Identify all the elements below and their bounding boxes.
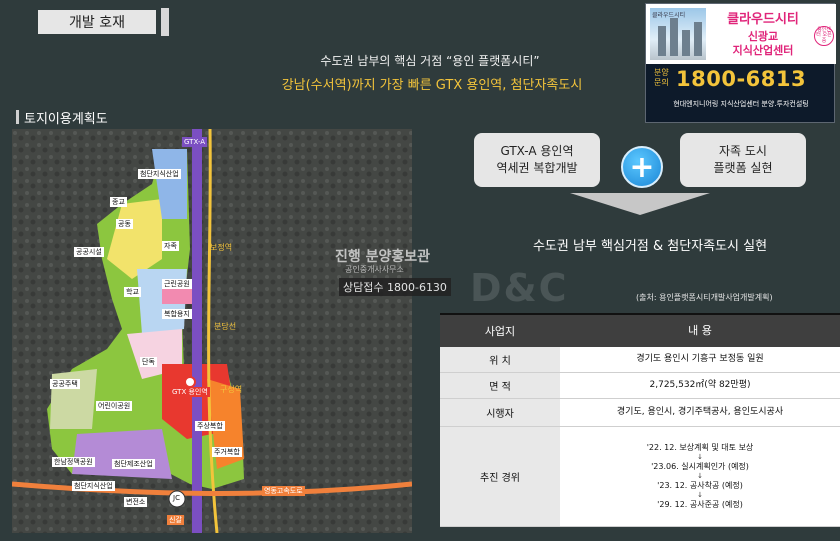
- concept-box-selfsufficient-line2: 플랫폼 실현: [713, 161, 773, 175]
- down-arrow-icon: [570, 193, 710, 215]
- table-row-label: 면 적: [440, 373, 560, 398]
- timeline: '22. 12. 보상계획 및 대토 보상 ↓ '23.06. 실시계획인가 (…: [560, 427, 840, 526]
- ad-phone[interactable]: 1800-6813: [676, 67, 806, 91]
- down-arrow-icon: ↓: [697, 490, 703, 499]
- map-pale-zone: [50, 369, 97, 429]
- concept-box-gtx: GTX-A 용인역 역세권 복합개발: [474, 133, 600, 187]
- ad-building-icon: [694, 22, 702, 56]
- map-label-zone: 공동: [116, 219, 133, 229]
- table-row-value: 경기도 용인시 기흥구 보정동 일원: [636, 353, 764, 364]
- map-label-zone: 종교: [110, 197, 127, 207]
- ad-brand: 클라우드시티: [727, 12, 799, 27]
- yongin-station-marker: [184, 376, 196, 388]
- concept-box-selfsufficient: 자족 도시 플랫폼 실현: [680, 133, 806, 187]
- map-label-zone: 학교: [124, 287, 141, 297]
- ad-building-icon: [682, 30, 690, 56]
- ad-badge: 용인센터 오픈중: [814, 26, 834, 46]
- table-row-value: 경기도, 용인시, 경기주택공사, 용인도시공사: [616, 406, 784, 417]
- map-label-singal: 신갈: [167, 515, 184, 525]
- headline-line2: 강남(수서역)까지 가장 빠른 GTX 용인역, 첨단자족도시: [281, 78, 583, 93]
- concept-box-selfsufficient-line1: 자족 도시: [719, 144, 767, 159]
- ad-photo-label: 클라우드시티: [652, 12, 686, 19]
- source-note: (출처: 용인플랫폼시티개발사업개발계획): [636, 293, 773, 302]
- map-label-expressway: 영동고속도로: [262, 486, 305, 496]
- table-row-label: 위 치: [440, 347, 560, 372]
- map-label-zone: 공공시설: [74, 247, 104, 257]
- table-header: 사업지 내 용: [440, 313, 840, 347]
- table-row-timeline: 추진 경위 '22. 12. 보상계획 및 대토 보상 ↓ '23.06. 실시…: [440, 427, 840, 527]
- headline-line1: 수도권 남부의 핵심 거점 “용인 플랫폼시티”: [320, 54, 540, 68]
- timeline-step: '29. 12. 공사준공 (예정): [657, 499, 743, 509]
- ad-banner[interactable]: 클라우드시티 클라우드시티 신광교 지식산업센터 용인센터 오픈중 분양 문의 …: [645, 3, 836, 123]
- concept-result: 수도권 남부 핵심거점 & 첨단자족도시 실현: [532, 239, 768, 254]
- map-label-zone: 공공주택: [50, 379, 80, 389]
- ad-top-panel: 클라우드시티 클라우드시티 신광교 지식산업센터 용인센터 오픈중: [646, 4, 836, 64]
- map-label-bundang: 분당선: [214, 322, 237, 331]
- map-label-zone: 복합용지: [162, 309, 192, 319]
- down-arrow-icon: ↓: [697, 453, 703, 462]
- down-arrow-icon: ↓: [697, 472, 703, 481]
- ad-building-icon: [670, 18, 678, 56]
- map-label-zone: 근린공원: [162, 279, 192, 289]
- ad-building-photo: 클라우드시티: [650, 8, 706, 60]
- ad-inquiry: 분양 문의: [654, 68, 669, 87]
- table-row-label: 시행자: [440, 399, 560, 426]
- table-header-cell: 내 용: [688, 324, 712, 338]
- map-label-zone: 첨단지식산업: [138, 169, 181, 179]
- section-tag: 개발 호재: [38, 10, 156, 34]
- table-header-cell: 사업지: [484, 325, 516, 338]
- ad-footer: 현대엔지니어링 지식산업센터 분양.투자컨설팅: [673, 100, 809, 108]
- map-label-gtx: GTX-A: [182, 137, 208, 147]
- map-graphic: [12, 129, 412, 533]
- map-label-zone: 어린이공원: [96, 401, 133, 411]
- plus-icon: +: [621, 146, 663, 188]
- map-label-zone: 한남정맥공원: [52, 457, 95, 467]
- watermark-name: 진행 분양홍보관: [335, 249, 431, 265]
- project-table: 사업지 내 용 위 치 경기도 용인시 기흥구 보정동 일원 면 적 2,725…: [440, 313, 840, 527]
- watermark-sub: 공인중개사사무소: [345, 265, 404, 274]
- map-label-zone: 단독: [140, 357, 157, 367]
- map-label-zone: 첨단제조산업: [112, 459, 155, 469]
- map-label-yongin-station: GTX 용인역: [170, 387, 210, 397]
- watermark-brand: D&C: [470, 266, 569, 310]
- map-label-zone: 주거복합: [212, 447, 242, 457]
- map-label-jc: JC: [173, 494, 180, 502]
- concept-box-gtx-line2: 역세권 복합개발: [496, 161, 578, 175]
- map-label-guseong: 구성역: [220, 385, 243, 394]
- table-row-value: 2,725,532㎡(약 82만평): [649, 379, 751, 390]
- table-row-label: 추진 경위: [440, 427, 560, 526]
- map-label-zone: 변전소: [124, 497, 148, 507]
- map-section-title: 토지이용계획도: [24, 112, 108, 127]
- ad-sub2: 지식산업센터: [732, 44, 794, 57]
- timeline-step: '22. 12. 보상계획 및 대토 보상: [646, 443, 754, 453]
- land-use-map: GTX-A 보정역 분당선 구성역 영동고속도로 JC 신갈 GTX 용인역 첨…: [12, 129, 412, 533]
- map-purple-zone: [72, 429, 172, 479]
- table-row: 시행자 경기도, 용인시, 경기주택공사, 용인도시공사: [440, 399, 840, 427]
- table-row: 면 적 2,725,532㎡(약 82만평): [440, 373, 840, 399]
- map-label-bojeong: 보정역: [210, 243, 233, 252]
- map-label-zone: 주상복합: [195, 421, 225, 431]
- watermark-phone: 상담접수 1800-6130: [339, 278, 451, 296]
- map-label-zone: 첨단지식산업: [72, 481, 115, 491]
- map-label-zone: 자족: [162, 241, 179, 251]
- section-bar: [16, 110, 19, 124]
- timeline-step: '23. 12. 공사착공 (예정): [657, 480, 743, 490]
- section-tag-bar: [161, 8, 169, 36]
- table-row: 위 치 경기도 용인시 기흥구 보정동 일원: [440, 347, 840, 373]
- timeline-step: '23.06. 실시계획인가 (예정): [651, 462, 749, 472]
- concept-box-gtx-line1: GTX-A 용인역: [500, 144, 574, 159]
- ad-building-icon: [658, 26, 666, 56]
